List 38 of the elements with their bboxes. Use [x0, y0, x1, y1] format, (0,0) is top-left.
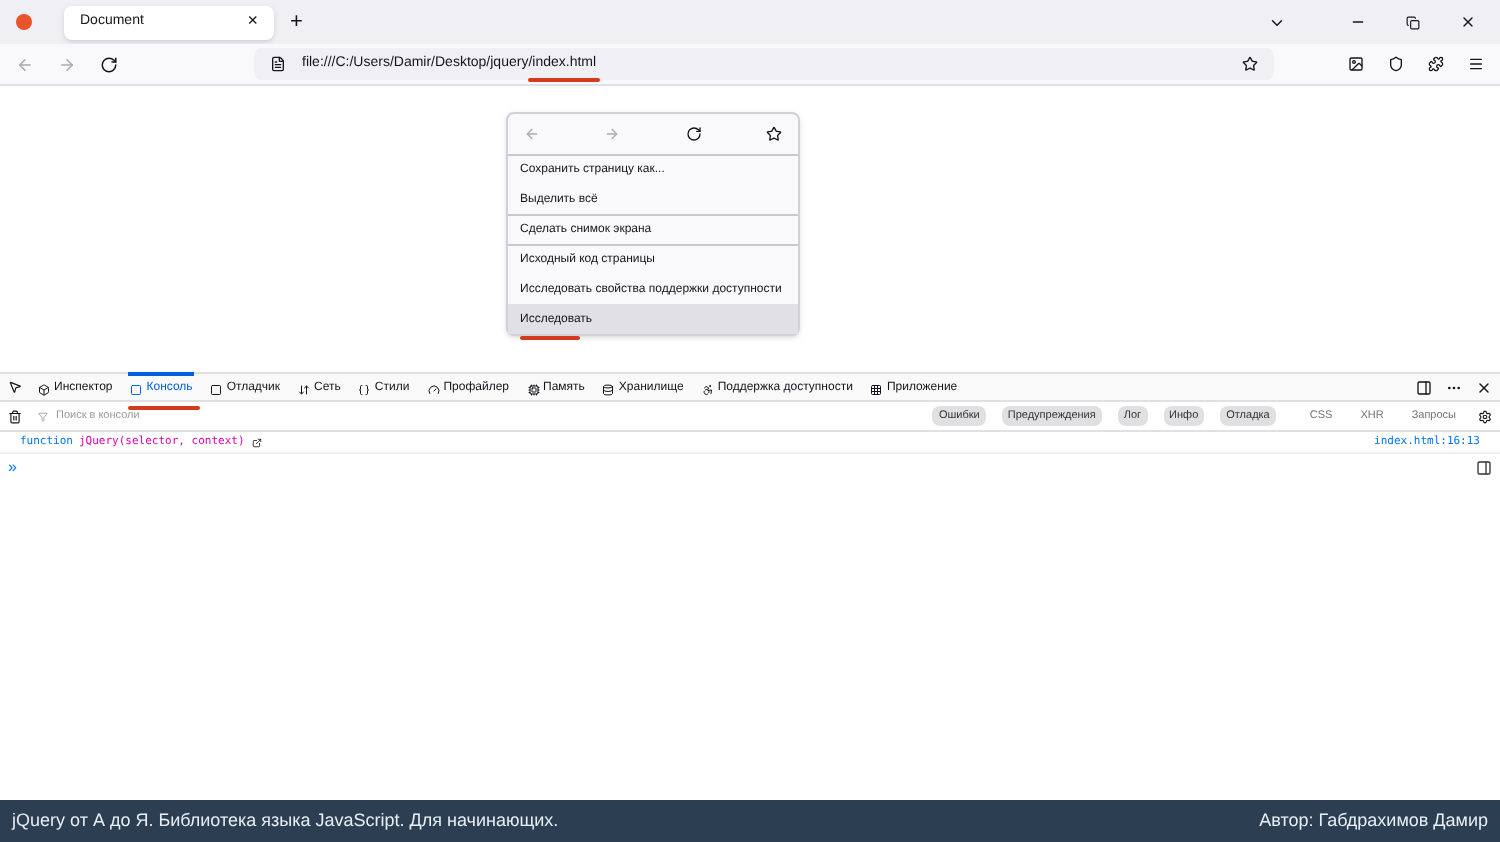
- accessibility-icon: [701, 383, 714, 395]
- editor-mode-icon[interactable]: [1476, 460, 1492, 476]
- page-icon: [270, 56, 286, 72]
- underline-mark: [128, 406, 201, 410]
- cube-icon: [38, 383, 50, 395]
- tab-close-button[interactable]: ×: [247, 8, 258, 36]
- chip-icon: [527, 383, 539, 395]
- browser-logo-icon: [16, 14, 32, 30]
- close-icon[interactable]: [1460, 14, 1476, 30]
- bookmark-star-icon[interactable]: [765, 126, 782, 142]
- underline-mark: [528, 78, 601, 83]
- clear-console-icon[interactable]: [8, 409, 22, 423]
- reload-icon[interactable]: [685, 126, 702, 142]
- close-icon[interactable]: [1476, 379, 1492, 395]
- author-text: Автор: Габдрахимов Дамир: [1259, 807, 1488, 834]
- settings-icon[interactable]: [1478, 409, 1492, 423]
- bookmark-star-icon[interactable]: [1242, 56, 1258, 72]
- menu-icon[interactable]: [1468, 56, 1484, 72]
- extensions-icon[interactable]: [1428, 56, 1444, 72]
- console-prompt: »: [8, 456, 17, 480]
- braces-icon: [358, 383, 371, 395]
- new-tab-button[interactable]: +: [290, 5, 303, 39]
- grid-icon: [870, 383, 883, 395]
- square-icon: [210, 383, 223, 395]
- filter-icon: [38, 411, 48, 421]
- underline-mark: [520, 336, 580, 340]
- database-icon: [602, 383, 615, 395]
- gauge-icon: [427, 383, 440, 395]
- open-in-debugger-icon[interactable]: [252, 437, 263, 447]
- reload-icon[interactable]: [100, 55, 118, 73]
- shield-icon[interactable]: [1388, 56, 1404, 72]
- screenshot-icon[interactable]: [1348, 56, 1364, 72]
- pick-element-icon[interactable]: [8, 380, 22, 394]
- course-title: jQuery от А до Я. Библиотека языка JavaScript. Для начинающих.: [12, 807, 559, 834]
- arrows-icon: [298, 383, 311, 395]
- restore-icon[interactable]: [1406, 15, 1420, 29]
- dock-icon[interactable]: [1416, 379, 1432, 395]
- square-icon: [130, 383, 143, 395]
